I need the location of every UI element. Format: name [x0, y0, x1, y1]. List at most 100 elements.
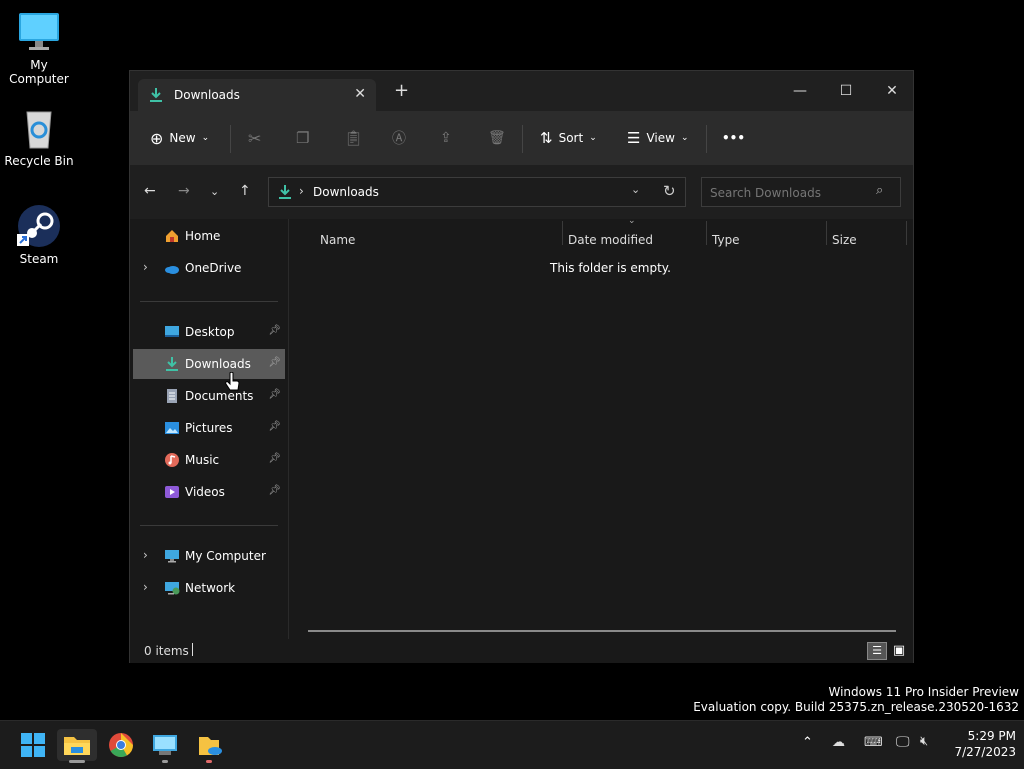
paste-button[interactable]: 📋︎ — [344, 127, 363, 149]
sort-button[interactable]: ⇅ Sort ⌄ — [540, 127, 597, 149]
forward-arrow-icon[interactable]: → — [178, 183, 190, 199]
keyboard-icon[interactable]: ⌨ — [864, 735, 883, 750]
search-input[interactable] — [702, 178, 880, 208]
column-header-type[interactable]: Type — [712, 233, 740, 247]
close-window-button[interactable]: ✕ — [869, 77, 915, 105]
recent-locations-chevron-icon[interactable]: ⌄ — [210, 185, 219, 198]
network-status-icon[interactable]: 🖵︎ — [896, 734, 910, 750]
sidebar-item-onedrive[interactable]: › OneDrive — [133, 253, 285, 283]
folder-icon — [64, 737, 90, 755]
address-bar[interactable]: › Downloads ⌄ ↻ — [268, 177, 686, 207]
cut-button[interactable]: ✂ — [248, 127, 261, 149]
clock-time: 5:29 PM — [967, 729, 1016, 743]
copy-button[interactable]: ❐ — [296, 127, 309, 149]
pin-icon[interactable]: 📌︎ — [268, 325, 281, 336]
tab-downloads[interactable]: Downloads ✕ — [138, 79, 376, 111]
network-icon — [164, 580, 180, 596]
sidebar-item-desktop[interactable]: Desktop 📌︎ — [133, 317, 285, 347]
windows-logo-icon — [21, 733, 45, 757]
chevron-right-icon[interactable]: › — [143, 548, 148, 562]
clock[interactable]: 5:29 PM 7/27/2023 — [948, 728, 1016, 760]
column-divider[interactable] — [826, 221, 827, 245]
desktop-icon-recycle-bin[interactable]: Recycle Bin — [0, 106, 78, 168]
plus-circle-icon: ⊕ — [150, 128, 164, 148]
refresh-icon[interactable]: ↻ — [663, 182, 676, 200]
download-icon — [277, 184, 293, 203]
sidebar-divider — [140, 525, 278, 526]
video-icon — [164, 484, 180, 500]
chevron-down-icon: ⌄ — [589, 133, 597, 143]
desktop-icon-label: My Computer — [9, 58, 69, 86]
new-button[interactable]: ⊕ New ⌄ — [150, 127, 209, 149]
taskbar-sync-folder[interactable] — [193, 729, 225, 763]
desktop-icon — [164, 324, 180, 340]
sidebar-item-videos[interactable]: Videos 📌︎ — [133, 477, 285, 507]
share-button[interactable]: ⇪ — [440, 127, 452, 149]
maximize-button[interactable]: ☐ — [823, 77, 869, 105]
onedrive-status-icon[interactable]: ☁ — [832, 735, 845, 750]
search-box[interactable]: ⌕ — [701, 177, 901, 208]
taskbar-chrome[interactable] — [105, 729, 137, 761]
sidebar-item-my-computer[interactable]: › My Computer — [133, 541, 285, 571]
active-indicator — [69, 760, 85, 763]
download-icon — [148, 87, 164, 106]
evaluation-watermark: Windows 11 Pro Insider Preview Evaluatio… — [693, 685, 1019, 715]
sidebar-item-downloads[interactable]: Downloads 📌︎ — [133, 349, 285, 379]
desktop-icon-my-computer[interactable]: My Computer — [0, 10, 78, 86]
taskbar-remote-app[interactable] — [149, 729, 181, 763]
back-arrow-icon[interactable]: ← — [144, 183, 156, 199]
desktop-icon-steam[interactable]: Steam — [0, 204, 78, 266]
rename-button[interactable]: Ⓐ — [392, 127, 406, 149]
watermark-line-2: Evaluation copy. Build 25375.zn_release.… — [693, 700, 1019, 714]
minimize-button[interactable]: — — [777, 77, 823, 105]
pin-icon[interactable]: 📌︎ — [268, 389, 281, 400]
column-header-date-modified[interactable]: Date modified — [568, 233, 653, 247]
recycle-bin-icon — [17, 106, 61, 150]
column-header-size[interactable]: Size — [832, 233, 857, 247]
remote-desktop-icon — [153, 735, 177, 755]
volume-muted-icon[interactable]: 🔇︎ — [920, 734, 928, 749]
sidebar-item-home[interactable]: Home — [133, 221, 285, 251]
taskbar-file-explorer[interactable] — [57, 729, 97, 763]
tiles-view-icon[interactable]: ▣ — [890, 642, 908, 660]
close-tab-icon[interactable]: ✕ — [354, 86, 366, 102]
sidebar-item-network[interactable]: › Network — [133, 573, 285, 603]
view-button[interactable]: ☰ View ⌄ — [627, 127, 688, 149]
sidebar-item-documents[interactable]: Documents 📌︎ — [133, 381, 285, 411]
new-tab-button[interactable]: + — [394, 82, 409, 100]
sidebar-divider — [140, 301, 278, 302]
running-indicator — [206, 760, 212, 763]
rename-icon: Ⓐ — [392, 131, 406, 147]
more-options-button[interactable]: ••• — [722, 127, 745, 149]
sidebar-item-music[interactable]: Music 📌︎ — [133, 445, 285, 475]
column-divider[interactable] — [562, 221, 563, 245]
horizontal-scrollbar[interactable] — [308, 630, 896, 632]
column-header-name[interactable]: Name — [320, 233, 355, 247]
start-button[interactable] — [17, 729, 49, 761]
delete-button[interactable]: 🗑︎ — [488, 127, 506, 149]
sidebar-item-pictures[interactable]: Pictures 📌︎ — [133, 413, 285, 443]
chevron-up-icon[interactable]: ⌃ — [802, 735, 813, 750]
toolbar-divider — [230, 125, 231, 153]
pane-splitter[interactable] — [288, 219, 289, 639]
sidebar-item-label: Documents — [185, 389, 254, 403]
pin-icon[interactable]: 📌︎ — [268, 485, 281, 496]
column-divider[interactable] — [906, 221, 907, 245]
sort-button-label: Sort — [558, 131, 584, 145]
chevron-right-icon[interactable]: › — [143, 580, 148, 594]
breadcrumb-downloads[interactable]: Downloads — [313, 185, 379, 199]
pin-icon[interactable]: 📌︎ — [268, 453, 281, 464]
clock-date: 7/27/2023 — [954, 745, 1016, 759]
pin-icon[interactable]: 📌︎ — [268, 357, 281, 368]
sidebar-item-label: Pictures — [185, 421, 233, 435]
up-arrow-icon[interactable]: ↑ — [239, 183, 251, 199]
address-dropdown-chevron-icon[interactable]: ⌄ — [631, 183, 640, 196]
column-divider[interactable] — [706, 221, 707, 245]
chevron-right-icon[interactable]: › — [143, 260, 148, 274]
breadcrumb-separator: › — [299, 184, 304, 198]
clipboard-icon: 📋︎ — [344, 129, 364, 147]
details-view-icon[interactable]: ☰ — [867, 642, 887, 660]
steam-icon — [17, 204, 61, 248]
home-icon — [164, 228, 180, 244]
pin-icon[interactable]: 📌︎ — [268, 421, 281, 432]
